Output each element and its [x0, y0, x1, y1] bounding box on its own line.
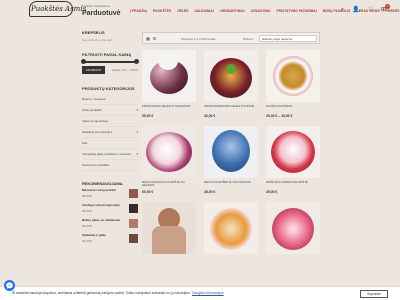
site-header: Puokštės Asmis Pradžia / Parduotuvė Pard… — [0, 0, 400, 22]
product-image[interactable] — [204, 202, 258, 254]
filter-button[interactable]: FILTRUOTI — [82, 66, 106, 74]
price-filter-title: FILTRUOTI PAGAL KAINĄ — [82, 52, 132, 57]
cookie-more-link[interactable]: Daugiau informacijos — [192, 291, 224, 295]
recommended-item[interactable]: Baltos gėlės su saldainiais 28,00 € — [82, 218, 138, 228]
product-image[interactable] — [204, 126, 258, 178]
category-item[interactable]: Saldainių kompozicijos ▾ — [82, 127, 138, 138]
cart-icon[interactable]: ⊞ — [381, 4, 391, 13]
category-item[interactable]: Gėlių puokštės ▾ — [82, 105, 138, 116]
product-card[interactable]: MĖLYNOS ROŽĖS SU SALDAINIAIS 28,00 € — [204, 126, 258, 194]
product-thumbnail[interactable] — [129, 204, 138, 213]
cookie-accept-button[interactable]: Supratau — [360, 290, 388, 298]
recommended-item[interactable]: Saldainių ir gėlių 32,00 € — [82, 233, 138, 243]
shop-toolbar: ▦ ☰ Showing 1–9 of 99 results Rikiuoti: … — [142, 32, 320, 44]
result-count: Showing 1–9 of 99 results — [181, 37, 216, 41]
product-card[interactable] — [142, 202, 196, 254]
product-name[interactable]: SAUSIŲ KULTŪROS — [266, 104, 320, 112]
price-slider[interactable] — [81, 59, 139, 64]
product-thumbnail[interactable] — [129, 219, 138, 228]
product-image[interactable] — [266, 50, 320, 102]
expand-icon[interactable]: ▾ — [136, 130, 138, 134]
recommended-item[interactable]: Juodųjų rožių kompozicija 45,00 € — [82, 203, 138, 213]
nav-item-flowers[interactable]: GĖLĖS — [177, 9, 188, 13]
product-image[interactable] — [142, 202, 196, 254]
cart-widget-title: KREPŠELIS — [82, 30, 105, 35]
cookie-text: Ši svetainė naudoja slapukus, siekdama u… — [12, 291, 224, 295]
nav-item-orders[interactable]: UZSAKYMAI — [251, 9, 271, 13]
slider-handle-max[interactable] — [134, 59, 139, 64]
page-title: Parduotuvė — [82, 10, 121, 17]
nav-item-bouquets[interactable]: PUOKŠTĖS — [153, 9, 171, 13]
product-price: 35,00 € — [142, 114, 154, 118]
expand-icon[interactable]: ▾ — [136, 152, 138, 156]
nav-item-delivery[interactable]: PRISTATYMO PATARIMAI — [276, 9, 316, 13]
nav-item-single[interactable]: VIENKARTINIAI — [220, 9, 245, 13]
product-card[interactable]: ROŽIŲ IR FLAMINGO PUOKŠTĖ 49,00 € — [266, 126, 320, 194]
product-name[interactable]: MĖLYNOS ROŽĖS SU SALDAINIAIS — [204, 180, 258, 188]
product-name[interactable]: VAISIAI-SUKEITIMO GĖLĖS PUOKŠTĖ — [204, 104, 258, 112]
product-thumbnail[interactable] — [129, 189, 138, 198]
price-range-label: Kaina: 0 € — 100 € — [112, 68, 138, 72]
sort-label: Rikiuoti: — [243, 37, 254, 41]
product-price: 32,00 € — [204, 114, 216, 118]
product-name[interactable]: ROŽIŲ IR FLAMINGO PUOKŠTĖ — [266, 180, 320, 188]
product-image[interactable] — [142, 126, 196, 178]
category-item[interactable]: Dekoro / dovanos — [82, 94, 138, 105]
product-card[interactable]: BALTA SALDAINIŲ PUOKŠTĖ SU GĖLĖMIS 60,00… — [142, 126, 196, 194]
product-card[interactable] — [266, 202, 320, 254]
site-logo[interactable]: Puokštės Asmis — [28, 1, 86, 17]
user-icon[interactable]: 👤 — [352, 7, 359, 13]
category-item[interactable]: Viengrūšių gėlių puokštės ir dovanos ▾ — [82, 149, 138, 160]
product-card[interactable] — [204, 202, 258, 254]
product-card[interactable]: ARTIMI NAMO GĖLĖS IR SALDAINIAI 35,00 € — [142, 50, 196, 118]
product-grid: ARTIMI NAMO GĖLĖS IR SALDAINIAI 35,00 € … — [142, 50, 320, 254]
nav-item-goods[interactable]: PREKĖS — [386, 9, 400, 13]
categories-title: PRODUKTŲ KATEGORIJOS — [82, 86, 135, 91]
slider-handle-min[interactable] — [81, 59, 86, 64]
nav-item-candy[interactable]: SALDAINIAI — [195, 9, 214, 13]
recommended-item[interactable]: Mėnesinė rožių puokštė 35,00 € — [82, 188, 138, 198]
cart-empty-note: No products in the cart. — [82, 38, 114, 42]
category-item[interactable]: Kita — [82, 138, 138, 149]
product-price: 49,00 € — [266, 190, 278, 194]
sort-select[interactable]: Rikiuoti pagal naujumą — [259, 35, 317, 42]
list-view-icon[interactable]: ☰ — [153, 36, 157, 41]
heart-icon[interactable]: ♡ — [368, 7, 373, 13]
sidebar: KREPŠELIS No products in the cart. FILTR… — [81, 30, 139, 249]
header-icons: ⌕ 👤 ♡ ⊞ — [341, 4, 391, 13]
category-item[interactable]: Vestuvinės puokštės — [82, 160, 138, 171]
category-list: Dekoro / dovanos Gėlių puokštės ▾ Vaisių … — [82, 94, 138, 171]
messenger-icon — [6, 282, 13, 289]
product-price: 28,00 € — [204, 190, 216, 194]
search-icon[interactable]: ⌕ — [341, 7, 344, 13]
product-image[interactable] — [266, 202, 320, 254]
category-item[interactable]: Vaisių kompozicijos — [82, 116, 138, 127]
product-image[interactable] — [142, 50, 196, 102]
product-price: 60,00 € — [142, 190, 154, 194]
nav-item-home[interactable]: Į PRADŽIĄ — [130, 9, 147, 13]
breadcrumb: Pradžia / Parduotuvė — [82, 4, 111, 8]
product-name[interactable]: ARTIMI NAMO GĖLĖS IR SALDAINIAI — [142, 104, 196, 112]
expand-icon[interactable]: ▾ — [136, 108, 138, 112]
recommended-title: REKOMENDUOJAMA — [82, 181, 123, 186]
product-image[interactable] — [204, 50, 258, 102]
grid-view-icon[interactable]: ▦ — [146, 36, 150, 41]
cookie-bar: Ši svetainė naudoja slapukus, siekdama u… — [0, 286, 400, 300]
product-name[interactable]: BALTA SALDAINIŲ PUOKŠTĖ SU GĖLĖMIS — [142, 180, 196, 188]
product-card[interactable]: SAUSIŲ KULTŪROS 29,00 € – 45,00 € — [266, 50, 320, 118]
messenger-chat-button[interactable] — [4, 280, 15, 291]
product-price: 29,00 € – 45,00 € — [266, 114, 293, 118]
product-card[interactable]: VAISIAI-SUKEITIMO GĖLĖS PUOKŠTĖ 32,00 € — [204, 50, 258, 118]
product-thumbnail[interactable] — [129, 234, 138, 243]
product-image[interactable] — [266, 126, 320, 178]
